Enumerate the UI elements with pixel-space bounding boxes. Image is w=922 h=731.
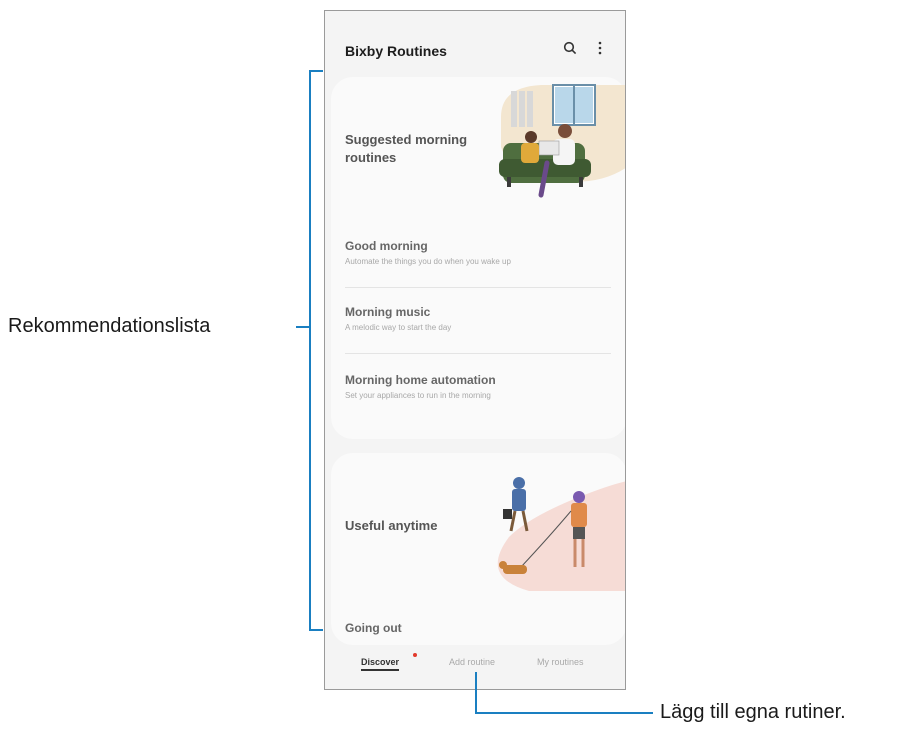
callout-add-own-routines: Lägg till egna rutiner.	[660, 701, 846, 723]
callout-lines	[296, 70, 653, 714]
callout-recommendation-list: Rekommendationslista	[8, 315, 211, 337]
